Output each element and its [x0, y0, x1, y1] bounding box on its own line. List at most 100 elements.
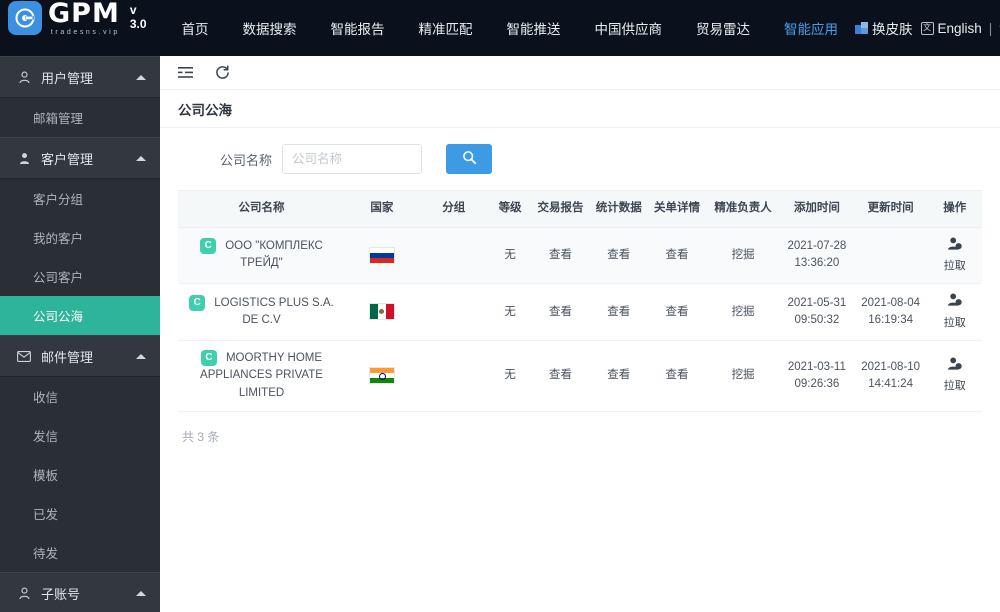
company-name-text: LOGISTICS PLUS S.A. DE C.V — [214, 296, 334, 327]
cell-group — [418, 283, 489, 342]
page-title: 公司公海 — [160, 90, 1000, 128]
palette-icon — [855, 21, 869, 35]
pull-action-button[interactable]: 拉取 — [930, 237, 980, 275]
cell-customs-detail-link[interactable]: 查看 — [647, 283, 707, 342]
cell-group — [418, 340, 489, 412]
sidebar-item-inbox[interactable]: 收信 — [0, 377, 160, 416]
chevron-up-icon — [136, 590, 146, 596]
cell-precise-owner-link[interactable]: 挖掘 — [706, 283, 780, 342]
sidebar-item-template[interactable]: 模板 — [0, 455, 160, 494]
language-switcher[interactable]: 文 English | trad... — [920, 20, 1000, 36]
flag-mexico-icon — [368, 303, 395, 321]
sidebar-group-label: 用户管理 — [41, 70, 94, 86]
nav-item-precise-match[interactable]: 精准匹配 — [402, 18, 490, 38]
language-english[interactable]: English — [938, 21, 982, 36]
cell-company-name[interactable]: C LOGISTICS PLUS S.A. DE C.V — [178, 283, 345, 342]
brand-version: v 3.0 — [129, 3, 147, 31]
nav-item-smart-push[interactable]: 智能推送 — [490, 18, 578, 38]
col-updated-time: 更新时间 — [853, 190, 928, 228]
col-added-time: 添加时间 — [779, 190, 854, 228]
cell-group — [418, 227, 489, 285]
cell-level: 无 — [488, 283, 532, 342]
flag-russia-icon — [368, 246, 395, 264]
sidebar-group-sub-account[interactable]: 子账号 — [0, 572, 160, 612]
search-button[interactable] — [446, 144, 493, 174]
refresh-icon[interactable] — [215, 65, 230, 80]
company-name-text: OOO "КОМПЛЕКС ТРЕЙД" — [225, 240, 323, 270]
table-head: 公司名称 国家 分组 等级 交易报告 统计数据 关单详情 精准负责人 添加时间 … — [178, 190, 982, 228]
sidebar-group-user-management[interactable]: 用户管理 — [0, 56, 160, 98]
nav-item-smart-report[interactable]: 智能报告 — [314, 18, 402, 38]
cell-action[interactable]: 拉取 — [927, 227, 982, 285]
record-count-label: 共 3 条 — [182, 429, 220, 444]
sidebar-group-label: 客户管理 — [41, 151, 94, 167]
col-group: 分组 — [418, 190, 489, 228]
sidebar-item-company-customers[interactable]: 公司客户 — [0, 257, 160, 296]
col-precise-owner: 精准负责人 — [706, 190, 780, 228]
cell-precise-owner-link[interactable]: 挖掘 — [706, 227, 780, 285]
company-name-label: 公司名称 — [220, 152, 273, 168]
sidebar-item-compose[interactable]: 发信 — [0, 416, 160, 455]
cell-company-name[interactable]: C MOORTHY HOME APPLIANCES PRIVATE LIMITED — [178, 340, 345, 412]
cell-company-name[interactable]: C OOO "КОМПЛЕКС ТРЕЙД" — [178, 227, 345, 285]
pull-action-label: 拉取 — [943, 380, 966, 393]
col-trade-report: 交易报告 — [531, 190, 590, 228]
search-filter-row: 公司名称 — [160, 128, 1000, 190]
brand-name: GPM — [48, 0, 120, 29]
nav-item-china-supplier[interactable]: 中国供应商 — [578, 18, 680, 38]
cell-customs-detail-link[interactable]: 查看 — [647, 227, 707, 285]
sidebar-item-my-customers[interactable]: 我的客户 — [0, 218, 160, 257]
topnav-left-spacer: GPM tradesns.vip v 3.0 — [0, 0, 147, 56]
cell-action[interactable]: 拉取 — [927, 283, 982, 342]
cell-precise-owner-link[interactable]: 挖掘 — [706, 340, 780, 412]
nav-item-data-search[interactable]: 数据搜索 — [226, 18, 314, 38]
top-navigation-bar: GPM tradesns.vip v 3.0 首页 数据搜索 智能报告 精准匹配… — [0, 0, 1000, 56]
cell-trade-report-link[interactable]: 查看 — [531, 283, 590, 342]
change-skin-button[interactable]: 换皮肤 — [855, 18, 919, 38]
cell-statistics-link[interactable]: 查看 — [589, 283, 648, 342]
search-input[interactable] — [282, 144, 423, 174]
cell-added-time: 2021-05-31 09:50:32 — [779, 283, 854, 342]
cell-country — [345, 283, 419, 342]
company-public-sea-table: 公司名称 国家 分组 等级 交易报告 统计数据 关单详情 精准负责人 添加时间 … — [178, 190, 982, 412]
table-header-row: 公司名称 国家 分组 等级 交易报告 统计数据 关单详情 精准负责人 添加时间 … — [178, 190, 982, 228]
flag-india-icon — [368, 367, 395, 385]
nav-item-home[interactable]: 首页 — [165, 18, 226, 38]
sidebar-group-label: 邮件管理 — [41, 349, 94, 365]
person-pull-icon — [947, 237, 962, 257]
pull-action-label: 拉取 — [943, 259, 966, 272]
sidebar-group-mail-management[interactable]: 邮件管理 — [0, 335, 160, 377]
cell-updated-time — [853, 227, 928, 285]
cell-statistics-link[interactable]: 查看 — [589, 227, 648, 285]
cell-customs-detail-link[interactable]: 查看 — [647, 340, 707, 412]
sidebar-item-pending[interactable]: 待发 — [0, 533, 160, 572]
nav-item-smart-apps[interactable]: 智能应用 — [767, 18, 855, 38]
brand-logo-block[interactable]: GPM tradesns.vip v 3.0 — [0, 0, 147, 36]
list-collapse-icon[interactable] — [178, 66, 193, 79]
sidebar-group-label: 子账号 — [41, 586, 81, 602]
language-icon: 文 — [920, 21, 934, 35]
nav-item-trade-radar[interactable]: 贸易雷达 — [679, 18, 767, 38]
company-name-text: MOORTHY HOME APPLIANCES PRIVATE LIMITED — [200, 352, 323, 399]
sidebar-item-mailbox-management[interactable]: 邮箱管理 — [0, 98, 160, 137]
main-content: 公司公海 公司名称 公司名称 国家 分组 — [160, 56, 1000, 612]
cell-trade-report-link[interactable]: 查看 — [531, 340, 590, 412]
sidebar-item-company-public-sea[interactable]: 公司公海 — [0, 296, 160, 335]
sidebar-group-customer-management[interactable]: 客户管理 — [0, 137, 160, 179]
sidebar-item-customer-group[interactable]: 客户分组 — [0, 179, 160, 218]
sidebar-item-sent[interactable]: 已发 — [0, 494, 160, 533]
table-row[interactable]: C OOO "КОМПЛЕКС ТРЕЙД" 无 查看 查看 查看 挖掘 2021… — [178, 227, 982, 285]
cell-country — [345, 340, 419, 412]
pull-action-button[interactable]: 拉取 — [930, 293, 980, 331]
pull-action-button[interactable]: 拉取 — [930, 357, 980, 395]
cell-trade-report-link[interactable]: 查看 — [531, 227, 590, 285]
cell-updated-time: 2021-08-10 14:41:24 — [853, 340, 928, 412]
change-skin-label: 换皮肤 — [872, 22, 913, 37]
col-level: 等级 — [488, 190, 532, 228]
table-row[interactable]: C MOORTHY HOME APPLIANCES PRIVATE LIMITED… — [178, 340, 982, 412]
language-separator: | — [988, 20, 993, 36]
table-row[interactable]: C LOGISTICS PLUS S.A. DE C.V 无 查看 查看 查看 挖… — [178, 283, 982, 342]
cell-action[interactable]: 拉取 — [927, 340, 982, 412]
cell-statistics-link[interactable]: 查看 — [589, 340, 648, 412]
col-action: 操作 — [927, 190, 982, 228]
